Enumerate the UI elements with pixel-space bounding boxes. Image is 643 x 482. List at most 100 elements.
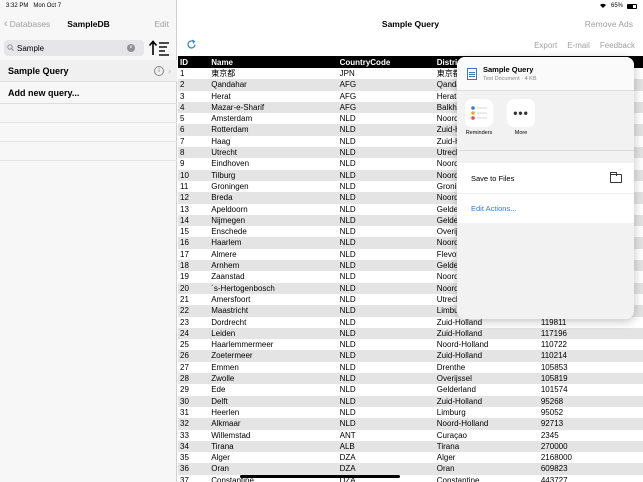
table-cell: JPN bbox=[339, 69, 355, 78]
search-input[interactable] bbox=[17, 43, 127, 53]
table-row[interactable]: 32 Alkmaar NLD Noord-Holland 92713 bbox=[178, 418, 643, 430]
table-cell: 18 bbox=[180, 261, 189, 271]
search-field[interactable]: × bbox=[4, 40, 144, 56]
clear-search-icon[interactable]: × bbox=[127, 44, 135, 52]
table-cell: 17 bbox=[180, 249, 189, 259]
sort-icon[interactable] bbox=[148, 39, 170, 57]
table-cell: Alger bbox=[211, 453, 230, 463]
table-cell: ANT bbox=[339, 430, 356, 440]
save-to-files-button[interactable]: Save to Files bbox=[457, 163, 634, 193]
back-button[interactable]: ‹ Databases bbox=[0, 17, 50, 30]
column-header[interactable]: Name bbox=[209, 56, 337, 68]
email-button[interactable]: E-mail bbox=[567, 41, 590, 50]
query-title: Sample Query bbox=[381, 19, 440, 29]
table-cell: NLD bbox=[339, 249, 356, 259]
folder-icon bbox=[610, 171, 622, 183]
table-cell: 2168000 bbox=[540, 453, 573, 463]
table-row[interactable]: 33 Willemstad ANT Curaçao 2345 bbox=[178, 430, 643, 441]
share-app-more[interactable]: ••• More bbox=[507, 99, 535, 150]
table-cell: Emmen bbox=[211, 362, 239, 372]
table-cell: Apeldoorn bbox=[211, 204, 248, 214]
table-cell: Tilburg bbox=[211, 170, 236, 180]
table-row[interactable]: 35 Alger DZA Alger 2168000 bbox=[178, 452, 643, 463]
info-icon[interactable]: i bbox=[154, 65, 164, 76]
table-row[interactable]: 31 Heerlen NLD Limburg 95052 bbox=[178, 407, 643, 418]
home-indicator[interactable] bbox=[240, 475, 400, 478]
export-button[interactable]: Export bbox=[534, 41, 557, 50]
column-header[interactable]: ID bbox=[178, 56, 209, 68]
table-cell: 5 bbox=[180, 114, 185, 124]
sidebar: ‹ Databases SampleDB Edit × Sample Query bbox=[0, 0, 177, 482]
edit-actions-button[interactable]: Edit Actions... bbox=[457, 193, 634, 223]
table-cell: NLD bbox=[339, 283, 356, 293]
table-row[interactable]: 30 Delft NLD Zuid-Holland 95268 bbox=[178, 395, 643, 407]
table-cell: 95268 bbox=[540, 396, 564, 406]
table-cell: NLD bbox=[339, 294, 356, 304]
edit-button[interactable]: Edit bbox=[154, 19, 177, 29]
table-cell: 25 bbox=[180, 340, 189, 350]
table-cell: Herat bbox=[211, 91, 231, 101]
table-cell: AFG bbox=[339, 91, 357, 101]
add-query-item[interactable]: Add new query... bbox=[0, 82, 177, 104]
save-to-files-label: Save to Files bbox=[471, 173, 515, 183]
table-cell: Arnhem bbox=[211, 261, 240, 271]
table-cell: Oran bbox=[211, 464, 230, 474]
table-cell: Tirana bbox=[211, 441, 234, 451]
table-cell: 36 bbox=[180, 464, 189, 474]
table-row[interactable]: 36 Oran DZA Oran 609823 bbox=[178, 463, 643, 475]
table-cell: DZA bbox=[339, 464, 356, 474]
table-row[interactable]: 25 Haarlemmermeer NLD Noord-Holland 110722 bbox=[178, 339, 643, 350]
table-cell: 37 bbox=[180, 475, 189, 482]
search-icon bbox=[7, 43, 14, 53]
table-cell: Leiden bbox=[211, 328, 236, 338]
table-cell: Amersfoort bbox=[211, 294, 251, 304]
battery-icon bbox=[627, 3, 637, 9]
share-apps-row: Reminders ••• More bbox=[457, 91, 634, 151]
table-cell: Zaanstad bbox=[211, 272, 245, 282]
table-cell: Zwolle bbox=[211, 374, 235, 384]
feedback-button[interactable]: Feedback bbox=[600, 41, 635, 50]
table-cell: 33 bbox=[180, 430, 189, 440]
query-list: Sample Query i › Add new query... bbox=[0, 60, 177, 161]
table-cell: DZA bbox=[339, 453, 356, 463]
table-cell: Haarlemmermeer bbox=[211, 340, 274, 350]
table-cell: Almere bbox=[211, 249, 237, 259]
refresh-icon[interactable] bbox=[186, 39, 197, 52]
table-cell: 21 bbox=[180, 294, 189, 304]
battery-percent: 65% bbox=[610, 3, 623, 9]
table-cell: Zuid-Holland bbox=[436, 328, 483, 338]
table-cell: 4 bbox=[180, 102, 185, 112]
table-cell: 15 bbox=[180, 227, 189, 237]
table-cell: 9 bbox=[180, 159, 185, 169]
table-cell: NLD bbox=[339, 181, 356, 191]
table-cell: NLD bbox=[339, 125, 356, 135]
table-cell: NLD bbox=[339, 385, 356, 395]
table-cell: 19 bbox=[180, 272, 189, 282]
table-cell: Breda bbox=[211, 193, 233, 203]
table-row[interactable]: 34 Tirana ALB Tirana 270000 bbox=[178, 440, 643, 453]
table-cell: Delft bbox=[211, 396, 228, 406]
query-item-sample[interactable]: Sample Query i › bbox=[0, 60, 177, 82]
table-cell: Overijssel bbox=[436, 374, 472, 384]
share-app-reminders[interactable]: Reminders bbox=[465, 99, 493, 150]
column-header[interactable]: CountryCode bbox=[338, 56, 435, 68]
table-cell: Noord-Holland bbox=[436, 340, 489, 350]
table-cell: Eindhoven bbox=[211, 159, 250, 169]
table-cell: NLD bbox=[339, 317, 356, 327]
table-row[interactable]: 28 Zwolle NLD Overijssel 105819 bbox=[178, 373, 643, 385]
table-cell: Haag bbox=[211, 136, 231, 146]
table-row[interactable]: 24 Leiden NLD Zuid-Holland 117196 bbox=[178, 327, 643, 340]
table-row[interactable]: 27 Emmen NLD Drenthe 105853 bbox=[178, 362, 643, 373]
table-row[interactable]: 29 Ede NLD Gelderland 101574 bbox=[178, 384, 643, 395]
table-cell: NLD bbox=[339, 136, 356, 146]
table-cell: NLD bbox=[339, 396, 356, 406]
table-cell: 32 bbox=[180, 419, 189, 429]
table-row[interactable]: 26 Zoetermeer NLD Zuid-Holland 110214 bbox=[178, 350, 643, 362]
reminders-icon bbox=[465, 99, 493, 127]
table-cell: Gelderland bbox=[436, 385, 476, 395]
search-row: × bbox=[4, 38, 174, 58]
chevron-left-icon: ‹ bbox=[4, 17, 8, 30]
table-cell: Oran bbox=[436, 464, 455, 474]
share-app-label: More bbox=[514, 130, 528, 136]
share-file-meta: Text Document · 4 KB bbox=[483, 76, 537, 82]
